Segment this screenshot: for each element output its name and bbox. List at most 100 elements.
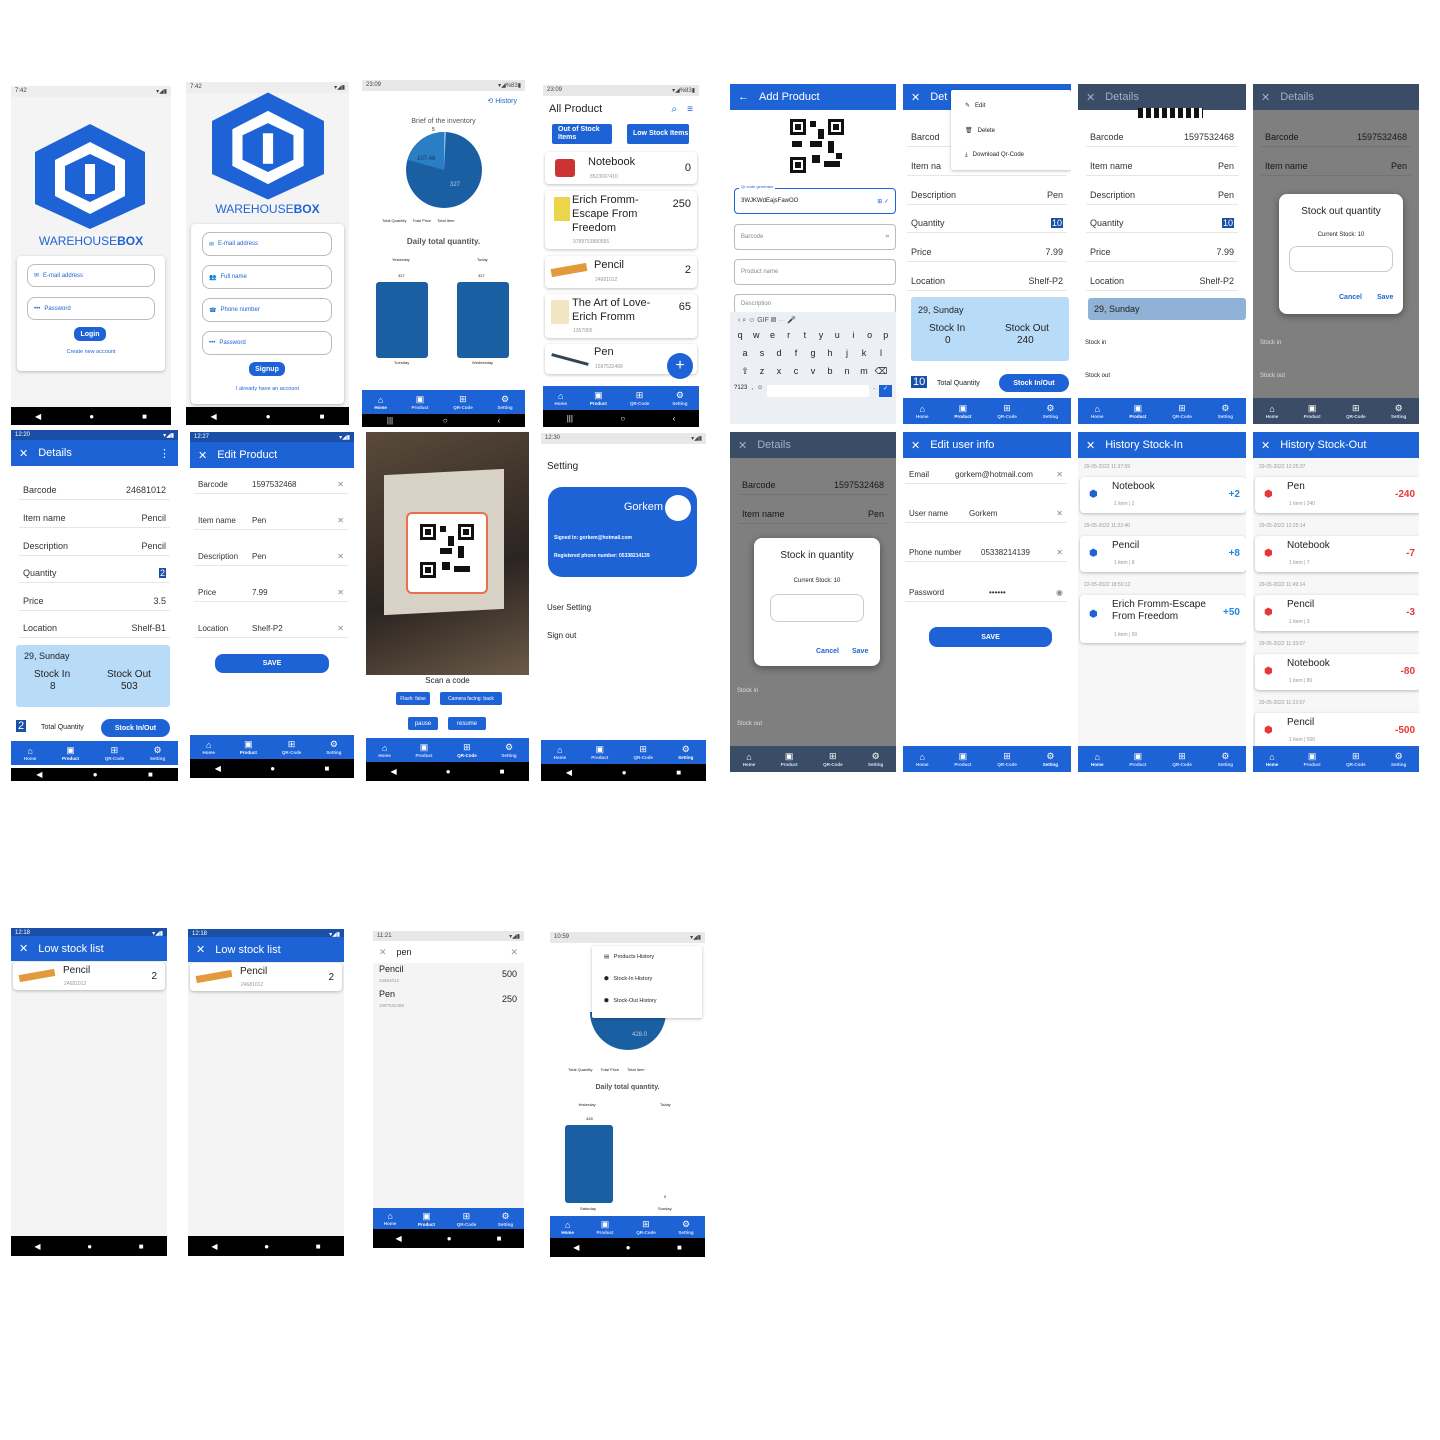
email-field[interactable]: ✉ E-mail address	[27, 264, 155, 287]
password-field[interactable]: ••• Password	[202, 331, 332, 355]
nav-home[interactable]: ⌂ Home	[1091, 404, 1104, 419]
nav-qr[interactable]: ⊞ QR-Code	[282, 739, 302, 755]
login-button[interactable]: Login	[74, 327, 106, 341]
nav-home[interactable]: ⌂ Home	[916, 404, 929, 419]
nav-qr[interactable]: ⊞ QR-Code	[1172, 751, 1192, 767]
list-item[interactable]: Pencil 24681012 2	[545, 256, 697, 288]
close-icon[interactable]: ✕	[1086, 439, 1095, 452]
history-item[interactable]: ⬢ Erich Fromm-Escape From Freedom 1 item |…	[1080, 595, 1246, 643]
nav-qr[interactable]: ⊞ QR-Code	[457, 742, 477, 758]
nav-setting[interactable]: ⚙ Setting	[1043, 403, 1058, 419]
eye-icon[interactable]: ◉	[1056, 588, 1063, 597]
add-fab[interactable]: +	[667, 353, 693, 379]
save-button[interactable]: Save	[1377, 294, 1393, 301]
home-icon[interactable]: ●	[266, 412, 271, 421]
price-field[interactable]: Price 7.99 ✕	[194, 584, 348, 602]
close-icon[interactable]: ✕	[198, 449, 207, 462]
qr-generator-field[interactable]: 3WJKWdEajsFawOO ⊞ ✓	[734, 188, 896, 214]
history-item[interactable]: ⬢ Notebook 1 item | 7 -7	[1255, 536, 1419, 572]
nav-qr[interactable]: ⊞ QR-Code	[630, 390, 650, 406]
nav-setting[interactable]: ⚙ Setting	[326, 739, 341, 755]
back-icon[interactable]: ◀	[211, 412, 217, 421]
stock-inout-button[interactable]: Stock In/Out	[101, 719, 170, 737]
nav-home[interactable]: ⌂ Home	[554, 391, 567, 406]
nav-setting[interactable]: ⚙ Setting	[1391, 751, 1406, 767]
description-field[interactable]: Description	[734, 294, 896, 314]
nav-setting[interactable]: ⚙ Setting	[678, 1219, 693, 1235]
nav-setting[interactable]: ⚙ Setting	[678, 744, 693, 760]
quantity-input[interactable]	[1289, 246, 1393, 272]
history-item[interactable]: ⬢ Pencil 1 item | 3 -3	[1255, 595, 1419, 631]
already-account-link[interactable]: I already have an account	[186, 386, 349, 392]
tab-low-stock[interactable]: Low Stock Items	[627, 124, 689, 144]
nav-product[interactable]: ▣ Product	[954, 403, 971, 419]
nav-home[interactable]: ⌂ Home	[554, 745, 567, 760]
nav-product[interactable]: ▣ Product	[591, 744, 608, 760]
nav-setting[interactable]: ⚙ Setting	[497, 394, 512, 410]
nav-setting[interactable]: ⚙ Setting	[498, 1211, 513, 1227]
close-icon[interactable]: ✕	[911, 91, 920, 104]
fullname-field[interactable]: 👥 Full name	[202, 265, 332, 289]
history-item[interactable]: ⬢ Notebook 1 item | 80 -80	[1255, 654, 1419, 690]
nav-setting[interactable]: ⚙ Setting	[150, 745, 165, 761]
nav-setting[interactable]: ⚙ Setting	[501, 742, 516, 758]
nav-qr[interactable]: ⊞ QR-Code	[105, 745, 125, 761]
back-arrow-icon[interactable]: ←	[738, 91, 749, 103]
user-setting-link[interactable]: User Setting	[547, 603, 591, 612]
close-icon[interactable]: ✕	[911, 439, 920, 452]
nav-home[interactable]: ⌂ Home	[202, 740, 215, 755]
nav-product[interactable]: ▣ Product	[1129, 751, 1146, 767]
description-field[interactable]: Description Pen ✕	[194, 548, 348, 566]
key-row-4[interactable]: ?123, ☺. ✓	[730, 377, 896, 397]
password-field[interactable]: ••• Password	[27, 297, 155, 320]
product-name-field[interactable]: Product name	[734, 259, 896, 285]
history-item[interactable]: ⬢ Pencil 1 item | 500 -500	[1255, 713, 1419, 749]
username-field[interactable]: User name Gorkem ✕	[905, 505, 1067, 523]
history-link[interactable]: ⟲ History	[487, 97, 517, 105]
close-icon[interactable]: ✕	[1086, 91, 1095, 104]
email-field[interactable]: ✉ E-mail address	[202, 232, 332, 256]
password-field[interactable]: Password •••••• ◉	[905, 584, 1067, 602]
menu-delete[interactable]: 🗑 Delete	[965, 127, 995, 134]
cancel-button[interactable]: Cancel	[816, 648, 839, 655]
location-field[interactable]: Location Shelf-P2 ✕	[194, 620, 348, 638]
close-icon[interactable]: ✕	[379, 947, 387, 958]
recents-icon[interactable]: ■	[320, 412, 325, 421]
menu-stockout-history[interactable]: ⬢ Stock-Out History	[604, 998, 656, 1004]
nav-product[interactable]: ▣ Product	[954, 751, 971, 767]
search-icon[interactable]: ⌕	[671, 104, 677, 115]
signout-link[interactable]: Sign out	[547, 631, 576, 640]
nav-home[interactable]: ⌂ Home	[561, 1220, 574, 1235]
sort-icon[interactable]: ≡	[687, 104, 693, 115]
history-item[interactable]: ⬢ Notebook 1 item | 2 +2	[1080, 477, 1246, 513]
nav-product[interactable]: ▣ Product	[597, 1219, 614, 1235]
save-button[interactable]: SAVE	[929, 627, 1052, 647]
nav-product[interactable]: ▣ Product	[590, 390, 607, 406]
close-icon[interactable]: ✕	[19, 447, 28, 460]
email-field[interactable]: Email gorkem@hotmail.com ✕	[905, 466, 1067, 484]
save-button[interactable]: Save	[852, 648, 868, 655]
nav-home[interactable]: ⌂ Home	[916, 752, 929, 767]
save-button[interactable]: SAVE	[215, 654, 329, 673]
history-item[interactable]: ⬢ Pen 1 item | 240 -240	[1255, 477, 1419, 513]
nav-qr[interactable]: ⊞ QR-Code	[997, 751, 1017, 767]
keyboard[interactable]: ‹ ⌕ ☺ GIF ▤ ⋯ 🎤 qwertyuiop asdfghjkl ⇧ z x…	[730, 312, 896, 424]
nav-qr[interactable]: ⊞ QR-Code	[997, 403, 1017, 419]
nav-home[interactable]: ⌂ Home	[1266, 752, 1279, 767]
nav-qr[interactable]: ⊞ QR-Code	[636, 1219, 656, 1235]
create-account-link[interactable]: Create new account	[11, 349, 171, 355]
nav-product[interactable]: ▣ Product	[418, 1211, 435, 1227]
barcode-field[interactable]: Barcode ⌗	[734, 224, 896, 250]
list-item[interactable]: The Art of Love-Erich Fromm 1357955 65	[545, 294, 697, 338]
nav-setting[interactable]: ⚙ Setting	[1043, 751, 1058, 767]
stock-inout-button[interactable]: Stock In/Out	[999, 374, 1069, 392]
nav-qr[interactable]: ⊞ QR-Code	[457, 1211, 477, 1227]
search-bar[interactable]: ✕ pen ✕	[373, 941, 524, 963]
resume-button[interactable]: resume	[448, 717, 486, 730]
cancel-button[interactable]: Cancel	[1339, 294, 1362, 301]
quantity-input[interactable]	[770, 594, 864, 622]
nav-product[interactable]: ▣ Product	[1129, 403, 1146, 419]
list-item[interactable]: Pencil 24681012 2	[190, 963, 342, 991]
phone-field[interactable]: Phone number 05338214139 ✕	[905, 544, 1067, 562]
nav-setting[interactable]: ⚙ Setting	[1218, 403, 1233, 419]
